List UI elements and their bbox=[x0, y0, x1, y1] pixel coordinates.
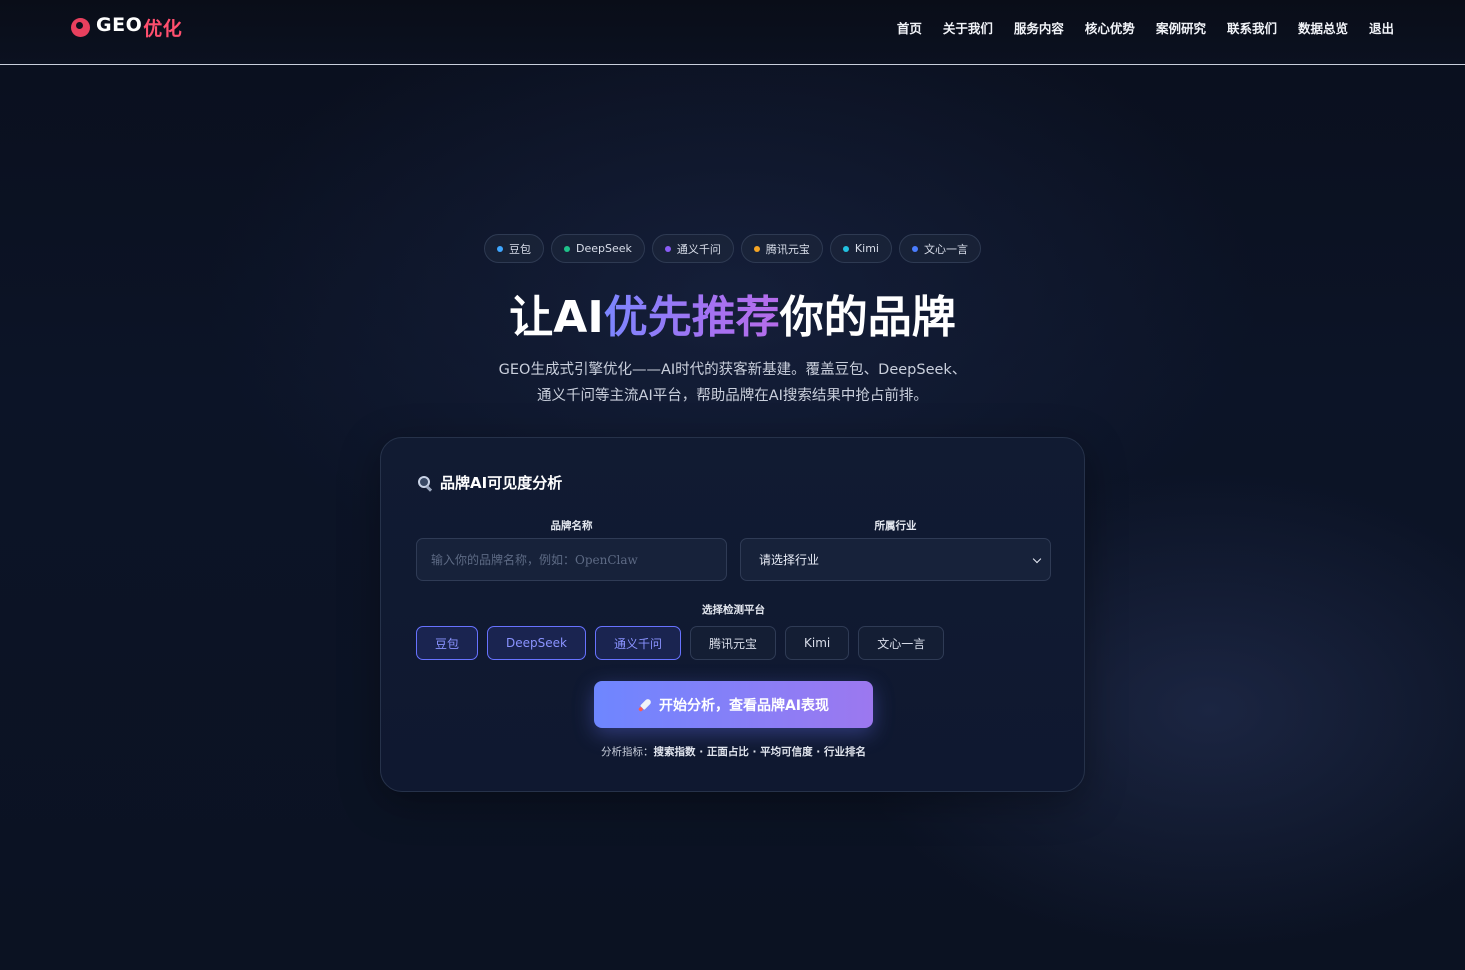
chevron-down-icon bbox=[1032, 554, 1042, 564]
analysis-metrics-note: 分析指标：搜索指数 · 正面占比 · 平均可信度 · 行业排名 bbox=[381, 744, 1086, 759]
logo[interactable]: GEO 优化 bbox=[71, 14, 182, 40]
status-dot-icon bbox=[753, 245, 760, 252]
nav-link-contact[interactable]: 联系我们 bbox=[1227, 18, 1277, 37]
platform-pill: 通义千问 bbox=[651, 234, 734, 263]
platform-pill: 豆包 bbox=[484, 234, 545, 263]
hero-subtitle-line-2: 通义千问等主流AI平台，帮助品牌在AI搜索结果中抢占前排。 bbox=[537, 388, 928, 404]
platform-pill-label: Kimi bbox=[854, 242, 879, 255]
platform-toggle-row: 豆包 DeepSeek 通义千问 腾讯元宝 Kimi 文心一言 bbox=[416, 626, 945, 660]
card-title-text: 品牌AI可见度分析 bbox=[440, 474, 563, 492]
hero-title-highlight: 优先推荐 bbox=[603, 292, 780, 343]
hero-title: 让AI优先推荐你的品牌 bbox=[0, 288, 1465, 348]
status-dot-icon bbox=[497, 245, 504, 252]
platform-pill-label: DeepSeek bbox=[576, 242, 632, 255]
industry-label: 所属行业 bbox=[874, 520, 917, 532]
nav-link-cases[interactable]: 案例研究 bbox=[1156, 18, 1206, 37]
status-dot-icon bbox=[911, 245, 918, 252]
platform-pill-row: 豆包 DeepSeek 通义千问 腾讯元宝 Kimi 文心一言 bbox=[0, 234, 1465, 263]
metrics-items: 搜索指数 · 正面占比 · 平均可信度 · 行业排名 bbox=[653, 746, 866, 758]
brand-name-input[interactable] bbox=[416, 538, 727, 581]
magnifier-icon bbox=[418, 475, 432, 490]
nav-links: 首页 关于我们 服务内容 核心优势 案例研究 联系我们 数据总览 退出 bbox=[897, 18, 1394, 37]
platform-pill-label: 豆包 bbox=[509, 242, 532, 256]
platform-toggle-kimi[interactable]: Kimi bbox=[785, 626, 850, 660]
start-analysis-button[interactable]: 开始分析，查看品牌AI表现 bbox=[594, 681, 873, 728]
platform-toggle-yuanbao[interactable]: 腾讯元宝 bbox=[690, 626, 777, 660]
brand-name-label: 品牌名称 bbox=[550, 520, 593, 532]
nav-link-about[interactable]: 关于我们 bbox=[943, 18, 993, 37]
platform-select-label: 选择检测平台 bbox=[702, 604, 765, 616]
hero-title-pre: 让AI bbox=[509, 292, 604, 343]
platform-pill: 文心一言 bbox=[898, 234, 981, 263]
hero-title-post: 你的品牌 bbox=[779, 292, 956, 343]
rocket-icon bbox=[635, 695, 655, 715]
hero-subtitle: GEO生成式引擎优化——AI时代的获客新基建。覆盖豆包、DeepSeek、 通义… bbox=[0, 357, 1465, 409]
nav-link-logout[interactable]: 退出 bbox=[1369, 18, 1394, 37]
platform-pill-label: 文心一言 bbox=[923, 242, 968, 256]
status-dot-icon bbox=[564, 245, 571, 252]
platform-toggle-deepseek[interactable]: DeepSeek bbox=[487, 626, 586, 660]
nav-link-home[interactable]: 首页 bbox=[897, 18, 922, 37]
platform-pill: DeepSeek bbox=[551, 234, 645, 263]
nav-link-data-overview[interactable]: 数据总览 bbox=[1298, 18, 1348, 37]
start-analysis-label: 开始分析，查看品牌AI表现 bbox=[658, 697, 830, 714]
status-dot-icon bbox=[664, 245, 671, 252]
nav-link-advantages[interactable]: 核心优势 bbox=[1085, 18, 1135, 37]
status-dot-icon bbox=[842, 245, 849, 252]
card-title: 品牌AI可见度分析 bbox=[418, 472, 562, 493]
top-navbar: GEO 优化 首页 关于我们 服务内容 核心优势 案例研究 联系我们 数据总览 退… bbox=[0, 0, 1465, 65]
metrics-prefix: 分析指标： bbox=[601, 746, 654, 758]
hero-subtitle-line-1: GEO生成式引擎优化——AI时代的获客新基建。覆盖豆包、DeepSeek、 bbox=[498, 362, 967, 378]
industry-select[interactable]: 请选择行业 bbox=[740, 538, 1051, 581]
nav-link-services[interactable]: 服务内容 bbox=[1014, 18, 1064, 37]
platform-toggle-wenxin[interactable]: 文心一言 bbox=[858, 626, 945, 660]
logo-main-text: GEO bbox=[96, 13, 143, 36]
platform-pill-label: 腾讯元宝 bbox=[765, 242, 810, 256]
platform-pill-label: 通义千问 bbox=[676, 242, 721, 256]
industry-select-value: 请选择行业 bbox=[759, 553, 820, 567]
logo-text: GEO 优化 bbox=[96, 14, 182, 41]
platform-pill: 腾讯元宝 bbox=[740, 234, 823, 263]
platform-toggle-doubao[interactable]: 豆包 bbox=[416, 626, 479, 660]
platform-pill: Kimi bbox=[829, 234, 892, 263]
logo-globe-icon bbox=[71, 17, 90, 37]
platform-toggle-tongyi[interactable]: 通义千问 bbox=[594, 626, 681, 660]
logo-cn-text: 优化 bbox=[143, 17, 183, 40]
brand-analysis-card: 品牌AI可见度分析 品牌名称 所属行业 请选择行业 选择检测平台 豆包 Deep… bbox=[380, 437, 1085, 792]
